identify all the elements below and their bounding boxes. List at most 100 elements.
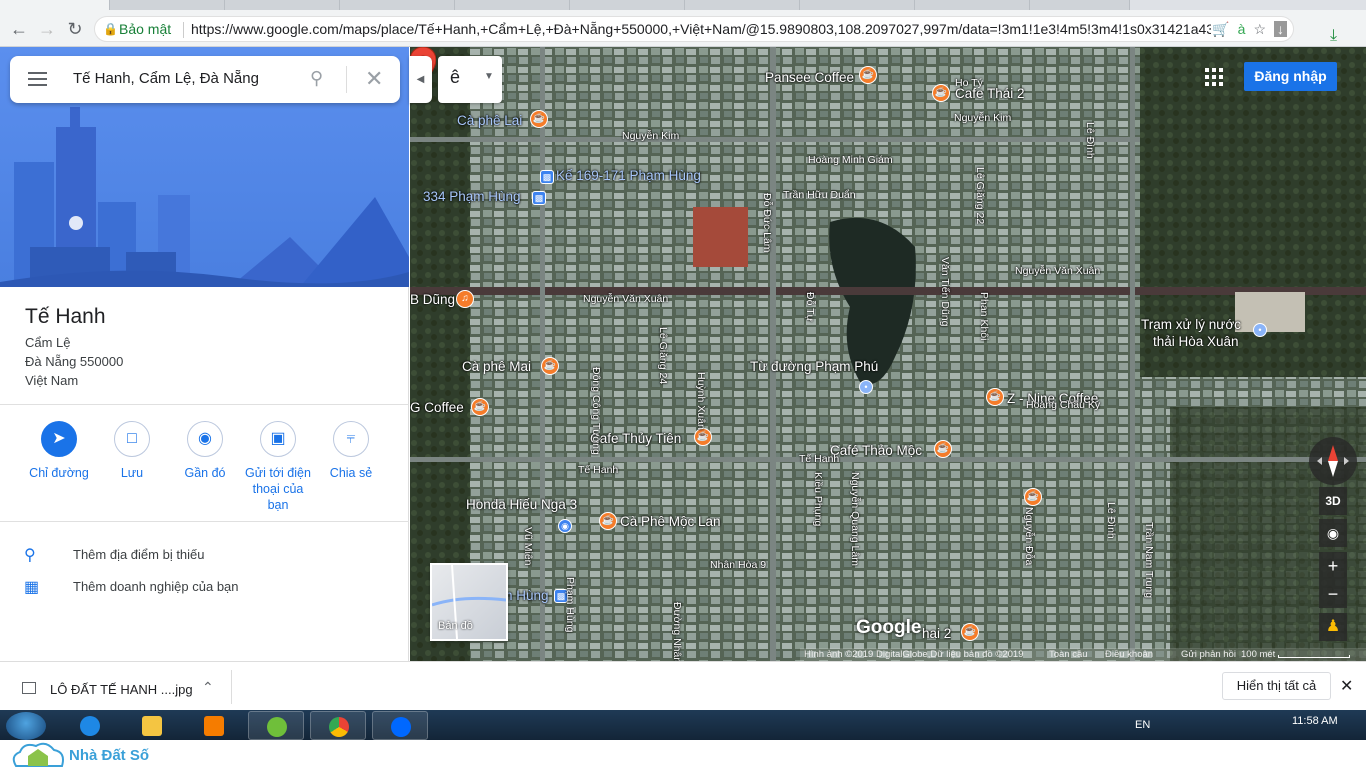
url-text[interactable]: https://www.google.com/maps/place/Tế+Han… <box>191 17 1211 41</box>
bus-stop-icon[interactable]: ▩ <box>540 170 554 184</box>
forward-arrow-icon[interactable]: → <box>36 18 58 40</box>
place-pin-icon[interactable]: • <box>859 380 873 394</box>
poi-label[interactable]: Từ đường Phạm Phú <box>750 359 878 374</box>
street-label: Huỳnh Xuân <box>695 372 707 430</box>
browser-tab[interactable] <box>1030 0 1130 10</box>
show-all-downloads-button[interactable]: Hiển thị tất cả <box>1222 672 1331 700</box>
cafe-pin-icon[interactable]: ☕ <box>986 388 1004 406</box>
terms-link[interactable]: Điều khoản <box>1105 649 1153 660</box>
compass-icon[interactable] <box>1309 437 1357 485</box>
poi-label[interactable]: B Dũng <box>410 292 455 307</box>
poi-label[interactable]: Cafe Thủy Tiên <box>590 431 681 446</box>
share-button[interactable]: ⫧ Chia sẻ <box>314 421 388 481</box>
browser-tab[interactable] <box>570 0 685 10</box>
chevron-down-icon[interactable]: ▼ <box>484 71 494 82</box>
menu-icon[interactable] <box>28 72 47 86</box>
poi-label[interactable]: Honda Hiếu Nga 3 <box>466 497 577 512</box>
close-icon[interactable]: ✕ <box>365 66 383 92</box>
translate-extension-icon[interactable]: à <box>1238 21 1246 37</box>
place-pin-icon[interactable]: • <box>1253 323 1267 337</box>
collapse-panel-button[interactable]: ◀ <box>409 56 432 103</box>
browser-tab[interactable] <box>0 0 110 10</box>
search-icon[interactable]: ⚲ <box>310 68 323 89</box>
poi-label[interactable]: Cà phê Lai <box>457 113 522 128</box>
cart-extension-icon[interactable]: 🛒 <box>1212 21 1229 37</box>
zalo-app-icon[interactable] <box>372 711 428 740</box>
browser-tab[interactable] <box>110 0 225 10</box>
restaurant-pin-icon[interactable]: ♫ <box>456 290 474 308</box>
browser-tab[interactable] <box>800 0 915 10</box>
secure-label: Bảo mật <box>119 21 172 37</box>
my-location-icon[interactable]: ◉ <box>1319 519 1347 547</box>
poi-label[interactable]: Pansee Coffee <box>765 70 854 85</box>
clock[interactable]: 11:58 AM <box>1292 715 1338 727</box>
apps-grid-icon[interactable] <box>1205 68 1223 86</box>
reload-icon[interactable]: ↻ <box>64 18 86 40</box>
cafe-pin-icon[interactable]: ☕ <box>859 66 877 84</box>
cafe-pin-icon[interactable]: ☕ <box>599 512 617 530</box>
cafe-pin-icon[interactable]: ☕ <box>1024 488 1042 506</box>
zoom-in-icon[interactable]: + <box>1319 552 1347 580</box>
pegman-icon[interactable]: ♟ <box>1319 613 1347 641</box>
cafe-pin-icon[interactable]: ☕ <box>961 623 979 641</box>
bus-stop-icon[interactable]: ▩ <box>532 191 546 205</box>
search-input[interactable]: Tế Hanh, Cẩm Lệ, Đà Nẵng <box>73 70 259 87</box>
poi-label[interactable]: hai 2 <box>922 626 951 641</box>
poi-label[interactable]: Kế 169-171 Phạm Hùng <box>556 168 701 183</box>
cafe-pin-icon[interactable]: ☕ <box>694 428 712 446</box>
sign-in-button[interactable]: Đăng nhập <box>1244 62 1337 91</box>
global-link[interactable]: Toàn cầu <box>1049 649 1088 660</box>
shop-pin-icon[interactable]: ◉ <box>558 519 572 533</box>
search-box[interactable]: Tế Hanh, Cẩm Lệ, Đà Nẵng ⚲ ✕ <box>10 56 400 103</box>
file-explorer-icon[interactable] <box>124 711 180 740</box>
poi-label[interactable]: thải Hòa Xuân <box>1153 334 1239 349</box>
internet-explorer-icon[interactable] <box>62 711 118 740</box>
poi-label[interactable]: Trạm xử lý nước <box>1141 317 1241 332</box>
cafe-pin-icon[interactable]: ☕ <box>541 357 559 375</box>
downloads-icon[interactable]: ⤓ <box>1330 27 1337 45</box>
street-label: Hoàng Minh Giám <box>808 154 893 166</box>
bookmark-star-icon[interactable]: ☆ <box>1253 21 1266 37</box>
browser-tab[interactable] <box>340 0 455 10</box>
cafe-pin-icon[interactable]: ☕ <box>471 398 489 416</box>
close-icon[interactable]: ✕ <box>1340 676 1353 696</box>
chrome-browser-icon[interactable] <box>310 711 366 740</box>
browser-tab[interactable] <box>915 0 1030 10</box>
start-button-icon[interactable] <box>6 712 46 740</box>
download-extension-icon[interactable]: ↓ <box>1274 21 1287 37</box>
browser-tab[interactable] <box>225 0 340 10</box>
poi-label[interactable]: Cà Phê Mộc Lan <box>620 514 721 529</box>
nearby-button[interactable]: ◉ Gần đó <box>168 421 242 481</box>
poi-label[interactable]: G Coffee <box>410 400 464 415</box>
input-tools-button[interactable]: ê ▼ <box>438 56 502 103</box>
coccoc-browser-icon[interactable] <box>248 711 304 740</box>
browser-tab[interactable] <box>455 0 570 10</box>
poi-label[interactable]: n Hùng <box>505 588 549 603</box>
street-label: Nguyễn Kim <box>622 130 680 142</box>
browser-tab-strip <box>0 0 1366 10</box>
back-arrow-icon[interactable]: ← <box>8 18 30 40</box>
input-language[interactable]: EN <box>1135 719 1150 731</box>
street-label: Đường Nhân <box>671 602 683 661</box>
poi-label[interactable]: 334 Phạm Hùng <box>423 189 521 204</box>
3d-toggle-button[interactable]: 3D <box>1319 487 1347 515</box>
directions-button[interactable]: ➤ Chỉ đường <box>22 421 96 481</box>
cafe-pin-icon[interactable]: ☕ <box>932 84 950 102</box>
scale-label[interactable]: 100 mét <box>1241 649 1275 660</box>
map-type-toggle[interactable]: Bản đồ <box>430 563 508 641</box>
media-player-icon[interactable] <box>186 711 242 740</box>
directions-label: Chỉ đường <box>29 466 89 480</box>
cafe-pin-icon[interactable]: ☕ <box>934 440 952 458</box>
send-to-phone-button[interactable]: ▣ Gửi tới điện thoại của bạn <box>241 421 315 513</box>
feedback-link[interactable]: Gửi phản hồi <box>1181 649 1236 660</box>
save-button[interactable]: □ Lưu <box>95 421 169 481</box>
address-bar[interactable]: 🔒 Bảo mật https://www.google.com/maps/pl… <box>94 16 1294 42</box>
poi-label[interactable]: Café Thảo Mộc <box>830 443 922 458</box>
satellite-map[interactable]: ☕ Pansee Coffee ☕ Cafe Thái 2 ☕ Cà phê L… <box>410 47 1366 661</box>
poi-label[interactable]: Cà phê Mai <box>462 359 531 374</box>
cafe-pin-icon[interactable]: ☕ <box>530 110 548 128</box>
browser-tab[interactable] <box>685 0 800 10</box>
chevron-up-icon[interactable]: ⌃ <box>202 679 214 696</box>
zoom-out-icon[interactable]: − <box>1319 580 1347 608</box>
download-filename[interactable]: LÔ ĐẤT TẾ HANH ....jpg <box>50 682 193 697</box>
